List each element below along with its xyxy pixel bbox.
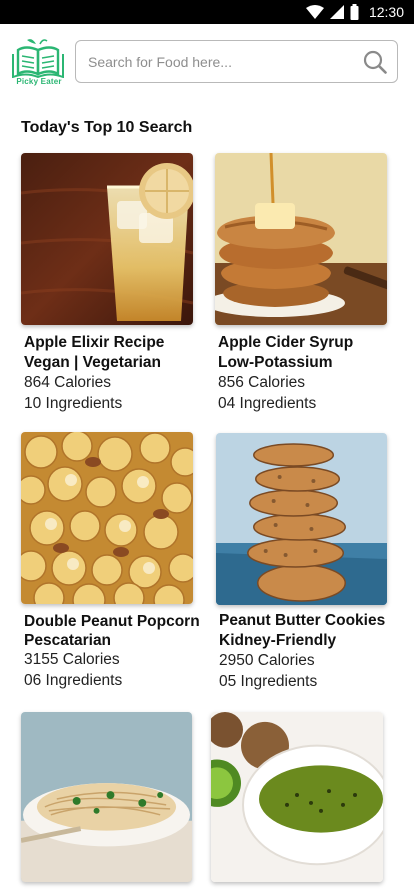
recipe-title: Apple Elixir Recipe xyxy=(24,334,165,351)
logo-book-apple-icon xyxy=(12,39,64,79)
recipe-calories: 2950 Calories xyxy=(219,652,315,669)
recipe-diet-label: Low-Potassium xyxy=(218,354,333,371)
status-bar: 12:30 xyxy=(0,0,414,24)
recipe-calories: 856 Calories xyxy=(218,374,306,391)
recipe-diet-label: Vegan | Vegetarian xyxy=(24,354,162,371)
app-logo-text: Picky Eater xyxy=(16,77,62,86)
recipe-image[interactable] xyxy=(21,432,193,604)
recipe-ingredients: 04 Ingredients xyxy=(218,395,317,412)
wifi-icon xyxy=(305,5,324,19)
recipe-calories: 864 Calories xyxy=(24,374,112,391)
section-title: Today's Top 10 Search xyxy=(21,119,193,136)
status-time: 12:30 xyxy=(368,4,404,20)
recipe-title: Peanut Butter Cookies xyxy=(219,612,386,629)
search-input[interactable] xyxy=(88,41,348,82)
recipe-image[interactable] xyxy=(211,712,383,882)
recipe-title: Double Peanut Popcorn xyxy=(24,613,200,630)
recipe-ingredients: 10 Ingredients xyxy=(24,395,123,412)
app-header: Picky Eater xyxy=(0,24,414,100)
search-icon[interactable] xyxy=(363,50,387,74)
recipe-image[interactable] xyxy=(215,153,387,325)
search-bar[interactable] xyxy=(75,40,398,83)
status-icons: 12:30 xyxy=(305,3,404,21)
recipe-diet-label: Kidney-Friendly xyxy=(219,632,337,649)
recipe-image[interactable] xyxy=(21,153,193,325)
cellular-signal-icon xyxy=(329,5,344,19)
battery-icon xyxy=(350,4,359,20)
app-logo[interactable]: Picky Eater xyxy=(10,36,68,98)
recipe-image[interactable] xyxy=(21,712,192,882)
recipe-ingredients: 05 Ingredients xyxy=(219,673,318,690)
recipe-image[interactable] xyxy=(216,433,387,605)
recipe-diet-label: Pescatarian xyxy=(24,632,112,649)
recipe-title: Apple Cider Syrup xyxy=(218,334,354,351)
recipe-calories: 3155 Calories xyxy=(24,651,120,668)
recipe-ingredients: 06 Ingredients xyxy=(24,672,123,689)
